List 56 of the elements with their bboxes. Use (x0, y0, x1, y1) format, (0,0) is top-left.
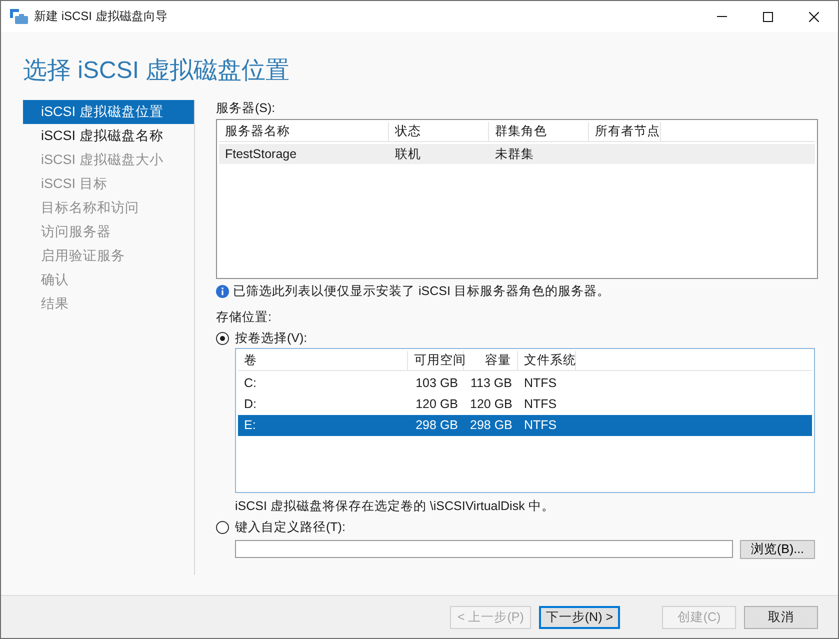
section-label: 存储位置: (216, 309, 272, 325)
column-header[interactable]: 卷 (238, 351, 408, 370)
column-header[interactable]: 容量 (464, 351, 518, 370)
browse-button[interactable]: 浏览(B)... (740, 540, 815, 559)
table-cell-text: 298 GB (414, 417, 459, 434)
section-label: 服务器(S): (216, 100, 276, 116)
table-cell-text: FtestStorage (224, 146, 298, 163)
list-row[interactable]: D: 120 GB 120 GB NTFS (238, 394, 812, 415)
table-cell-text: NTFS (523, 417, 558, 434)
list-row[interactable]: E: 298 GB 298 GB NTFS (238, 415, 812, 436)
note-text: iSCSI 虚拟磁盘将保存在选定卷的 \iSCSIVirtualDisk 中。 (235, 498, 556, 514)
wizard-step[interactable]: iSCSI 虚拟磁盘名称 (23, 124, 194, 148)
window-title: 新建 iSCSI 虚拟磁盘向导 (34, 8, 168, 25)
table-cell-text: 103 GB (414, 375, 459, 392)
radio-button[interactable] (216, 520, 229, 534)
table-cell-text: 120 GB (469, 396, 514, 413)
info-text: 已筛选此列表以便仅显示安装了 iSCSI 目标服务器角色的服务器。 (233, 282, 610, 300)
column-header[interactable]: 群集角色 (489, 122, 589, 141)
table-cell-text: 联机 (394, 146, 422, 163)
wizard-step: iSCSI 目标 (23, 172, 194, 196)
wizard-step: 结果 (23, 292, 194, 316)
wizard-step: 访问服务器 (23, 220, 194, 244)
column-header[interactable]: 文件系统 (518, 351, 576, 370)
wizard-step: 确认 (23, 268, 194, 292)
table-cell-text: 未群集 (494, 146, 535, 163)
table-cell-text: D: (243, 396, 258, 413)
table-cell-text: 298 GB (469, 417, 514, 434)
wizard-step: 启用验证服务 (23, 244, 194, 268)
radio-label[interactable]: 按卷选择(V): (235, 330, 308, 346)
close-icon[interactable] (809, 12, 819, 22)
radio-label[interactable]: 键入自定义路径(T): (235, 519, 346, 535)
table-cell-text: C: (243, 375, 258, 392)
table-cell-text: NTFS (523, 375, 558, 392)
column-header[interactable]: 可用空间 (408, 351, 464, 370)
maximize-icon[interactable] (763, 12, 773, 22)
table-cell-text: 113 GB (470, 375, 513, 392)
table-cell-text: 120 GB (414, 396, 459, 413)
radio-button[interactable] (216, 332, 229, 344)
column-header[interactable]: 服务器名称 (219, 122, 389, 141)
wizard-step: iSCSI 虚拟磁盘大小 (23, 148, 194, 172)
wizard-step[interactable]: iSCSI 虚拟磁盘位置 (23, 100, 194, 124)
wizard-button[interactable]: 下一步(N) > (538, 606, 620, 628)
info-icon (216, 284, 229, 298)
table-cell-text: E: (243, 417, 257, 434)
list-row[interactable]: FtestStorage 联机 未群集 (219, 144, 815, 164)
volume-list[interactable]: 卷 可用空间 容量 文件系统 C: 103 GB 113 GB NTFS D: 120 GB 120 GB NTFS E: 298 GB 298 GB NTFS (235, 348, 815, 493)
wizard-step: 目标名称和访问 (23, 196, 194, 220)
page-heading: 选择 iSCSI 虚拟磁盘位置 (23, 56, 291, 86)
server-list[interactable]: 服务器名称 状态 群集角色 所有者节点 FtestStorage 联机 未群集 (216, 119, 818, 279)
wizard-button[interactable]: 取消 (744, 606, 818, 628)
column-header[interactable]: 所有者节点 (589, 122, 661, 141)
column-header[interactable]: 状态 (389, 122, 489, 141)
list-row[interactable]: C: 103 GB 113 GB NTFS (238, 373, 812, 394)
path-field[interactable] (235, 540, 733, 558)
wizard-icon (10, 8, 28, 24)
table-cell-text: NTFS (523, 396, 558, 413)
